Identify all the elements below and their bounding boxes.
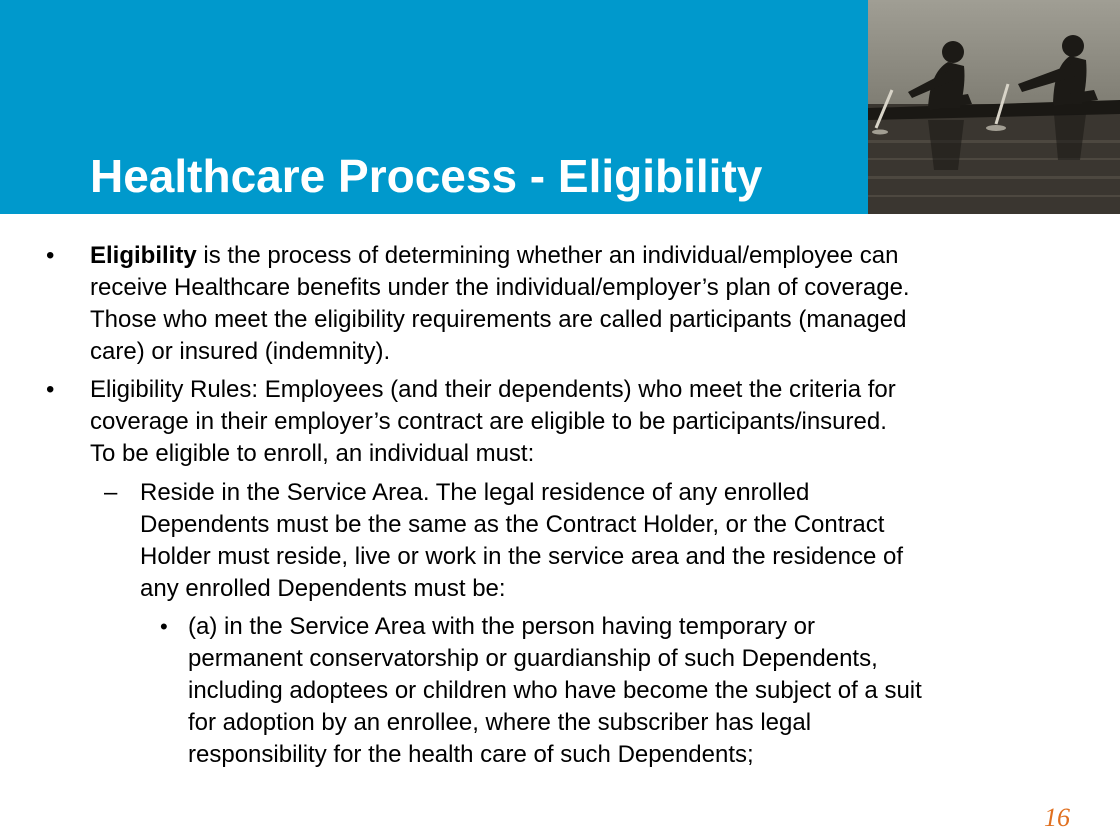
subsub-bullet-line-2: permanent conservatorship or guardianshi… (188, 645, 878, 672)
subsub-bullet-line-4: for adoption by an enrollee, where the s… (188, 709, 812, 736)
subsub-bullet-line-3: including adoptees or children who have … (188, 677, 922, 704)
sub-bullet-line-3: Holder must reside, live or work in the … (140, 543, 904, 570)
eligibility-term: Eligibility (90, 242, 197, 269)
sub-bullet-line-2: Dependents must be the same as the Contr… (140, 511, 885, 538)
bullet-1-line-3: Those who meet the eligibility requireme… (90, 306, 907, 333)
bullet-1-line-1-text: is the process of determining whether an… (196, 242, 899, 269)
dash-marker: – (104, 479, 118, 506)
bullet-1-line-4: care) or insured (indemnity). (90, 338, 391, 365)
bullet-2-line-1: Eligibility Rules: Employees (and their … (90, 376, 896, 403)
page-number: 16 (1044, 803, 1070, 832)
bullet-marker: • (46, 242, 55, 269)
sub-bullet-line-1: Reside in the Service Area. The legal re… (140, 479, 810, 506)
bullet-1-line-2: receive Healthcare benefits under the in… (90, 274, 910, 301)
subsub-bullet-line-5: responsibility for the health care of su… (188, 741, 754, 768)
bullet-marker: • (160, 614, 168, 639)
subsub-bullet-line-1: (a) in the Service Area with the person … (188, 613, 815, 640)
bullet-marker: • (46, 376, 55, 403)
bullet-2-line-3: To be eligible to enroll, an individual … (90, 440, 535, 467)
slide-body: • Eligibility is the process of determin… (0, 0, 1120, 840)
bullet-2-line-2: coverage in their employer’s contract ar… (90, 408, 887, 435)
sub-bullet-line-4: any enrolled Dependents must be: (140, 575, 506, 602)
bullet-1-line-1: Eligibility is the process of determinin… (90, 240, 898, 272)
